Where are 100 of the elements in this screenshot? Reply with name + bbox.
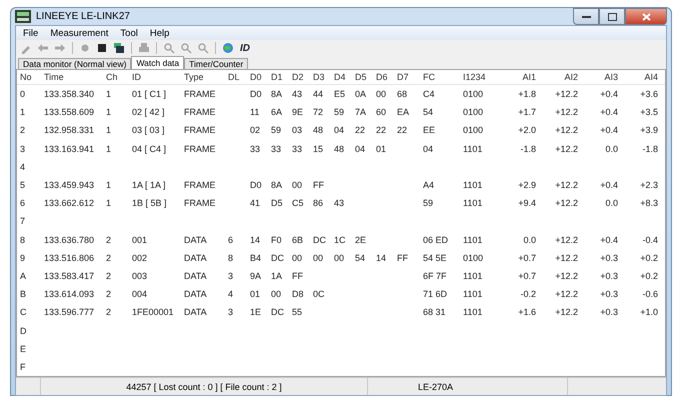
table-cell-text: 0100 — [462, 252, 484, 263]
table-cell-text: DC — [270, 307, 285, 318]
column-header[interactable]: D2 — [289, 72, 310, 82]
column-header[interactable]: DL — [225, 72, 247, 82]
table-cell-text: +12.2 — [554, 252, 579, 263]
column-header[interactable]: AI1 — [500, 72, 542, 82]
table-cell-text: 0A — [354, 89, 368, 100]
table-cell-text: A — [19, 270, 28, 281]
table-cell-text: FF — [396, 252, 409, 263]
table-cell-text: 22 — [375, 125, 388, 136]
table-cell-text: FRAME — [183, 89, 216, 100]
status-text: LE-270A — [418, 382, 454, 392]
table-cell-text: 71 6D — [422, 289, 448, 300]
column-header[interactable]: D7 — [394, 72, 420, 82]
column-header[interactable]: D5 — [352, 72, 373, 82]
column-header[interactable]: AI2 — [542, 72, 584, 82]
table-cell-text: 133.558.609 — [43, 107, 96, 118]
column-header[interactable]: D1 — [268, 72, 289, 82]
table-cell-text: C5 — [291, 198, 305, 208]
table-cell-text: 2 — [19, 125, 26, 136]
table-cell-text: E5 — [333, 89, 346, 100]
column-header[interactable]: I1234 — [460, 72, 500, 82]
column-header[interactable]: Ch — [103, 72, 129, 82]
table-cell-text: +1.8 — [517, 89, 537, 100]
table-cell-text: +0.4 — [599, 180, 619, 190]
column-header[interactable]: D6 — [373, 72, 394, 82]
minimize-button[interactable] — [573, 8, 599, 25]
table-cell-text: +0.7 — [517, 270, 537, 281]
table-cell-text: 0100 — [462, 89, 484, 100]
table-cell-text: 1101 — [462, 307, 484, 318]
table-cell-text: 1A [ 1A ] — [131, 180, 167, 190]
table-cell-text: D8 — [291, 289, 305, 300]
maximize-button[interactable] — [599, 8, 625, 25]
column-header[interactable]: D0 — [247, 72, 268, 82]
table-cell-text: 0 — [19, 89, 26, 100]
table-cell-text: B4 — [249, 252, 262, 263]
table-cell-text: 6 — [19, 198, 26, 208]
table-cell-text: 2 — [105, 270, 112, 281]
table-cell-text: 22 — [354, 125, 366, 136]
column-header[interactable]: Time — [41, 72, 103, 82]
table-cell-text: 132.958.331 — [43, 125, 96, 136]
table-cell-text: 43 — [291, 89, 304, 100]
table-cell-text: DATA — [183, 252, 208, 263]
close-button[interactable] — [625, 8, 667, 25]
table-cell-text: 1 — [19, 107, 26, 118]
table-cell-text: 0.0 — [604, 198, 619, 208]
column-header[interactable]: AI4 — [624, 72, 664, 82]
table-cell-text: 7A — [354, 107, 368, 118]
table-cell-text: FF — [312, 180, 325, 190]
table-cell-text: -0.6 — [641, 289, 659, 300]
table-cell-text: E — [19, 344, 28, 354]
table-cell-text: 1101 — [462, 180, 484, 190]
table-cell-text: 6F 7F — [422, 270, 448, 281]
table-cell-text: 1C — [333, 234, 347, 245]
column-header[interactable]: D4 — [331, 72, 352, 82]
table-cell-text: 3 — [227, 270, 234, 281]
table-cell-text: DATA — [183, 307, 208, 318]
tab[interactable]: Timer/Counter — [184, 58, 248, 69]
table-cell-text: 133.614.093 — [43, 289, 96, 300]
table-cell-text: DATA — [183, 234, 208, 245]
table-cell-text: F — [19, 362, 26, 372]
toolbar-button[interactable]: ID — [238, 42, 252, 54]
menu-item[interactable]: Tool — [115, 28, 143, 38]
column-header[interactable]: No — [17, 72, 41, 82]
tab[interactable]: Watch data — [131, 56, 184, 69]
table-cell-text: 2E — [354, 234, 368, 245]
table-cell-text: 2 — [105, 289, 112, 300]
menu-item[interactable]: Measurement — [45, 28, 114, 38]
table-cell-text: +0.7 — [517, 252, 537, 263]
menu-item[interactable]: Help — [144, 28, 174, 38]
table-cell-text: +12.2 — [554, 307, 579, 318]
table-cell-text: 8A — [270, 180, 284, 190]
column-header[interactable]: FC — [420, 72, 460, 82]
table-cell-text: F0 — [270, 234, 283, 245]
tab[interactable]: Data monitor (Normal view) — [18, 58, 132, 69]
table-cell-text: -1.8 — [641, 144, 659, 154]
table-cell-text: 1101 — [462, 144, 484, 154]
table-cell-text: 02 [ 42 ] — [131, 107, 166, 118]
table-cell-text: 6B — [291, 234, 304, 245]
table-cell-text: -1.8 — [519, 144, 537, 154]
table-cell-text: 54 5E — [422, 252, 448, 263]
table-cell-text: 2 — [105, 307, 112, 318]
table-cell-text: 133.459.943 — [43, 180, 96, 190]
table-cell-text: 44 — [312, 89, 324, 100]
table-cell-text: 5 — [19, 180, 26, 190]
table-cell-text: 00 — [270, 289, 282, 300]
table-cell-text: 9E — [291, 107, 304, 118]
column-header[interactable]: Type — [181, 72, 225, 82]
table-cell-text: +12.2 — [554, 144, 579, 154]
table-cell-text: +3.5 — [639, 107, 659, 118]
column-header[interactable]: ID — [129, 72, 181, 82]
table-cell-text: 15 — [312, 144, 324, 154]
table-cell-text: 9A — [249, 270, 262, 281]
column-header[interactable]: AI3 — [584, 72, 624, 82]
menu-item[interactable]: File — [18, 28, 44, 38]
table-cell-text: D0 — [249, 89, 263, 100]
table-cell-text: 133.358.340 — [43, 89, 96, 100]
column-header[interactable]: D3 — [310, 72, 331, 82]
table-cell-text: 1101 — [462, 270, 484, 281]
table-cell-text: 002 — [131, 252, 148, 263]
